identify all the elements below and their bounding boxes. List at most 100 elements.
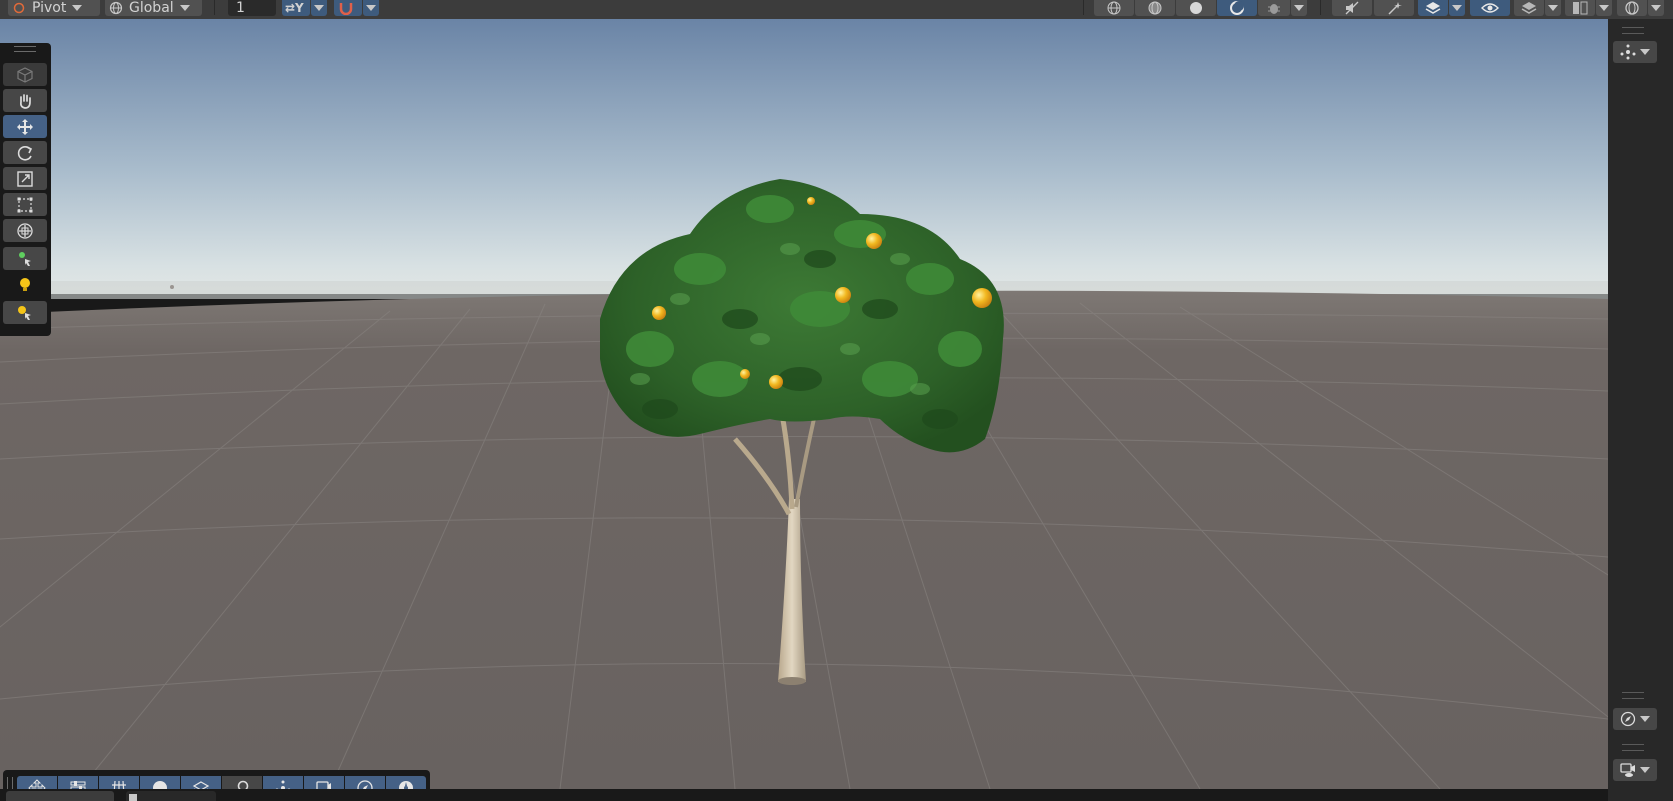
layers-icon [1425,2,1441,14]
custom-tool-button[interactable] [3,247,47,270]
scene-render [0,19,1608,789]
layers-toggle-button[interactable] [1418,0,1448,16]
scene-layers-button[interactable] [1514,0,1544,16]
layers-dropdown[interactable] [1449,0,1465,16]
lighting-toggle-button[interactable] [1217,0,1257,16]
overlay-tool-settings-button[interactable] [58,776,98,789]
overlay-move-button[interactable] [17,776,57,789]
palette-grip[interactable] [14,46,36,52]
hand-tool-button[interactable] [3,89,47,112]
shaded-button[interactable] [1176,0,1216,16]
overlay-grid-button[interactable] [99,776,139,789]
global-dropdown[interactable]: Global [105,0,202,16]
chevron-down-icon [1651,5,1661,11]
view-options-button[interactable] [1613,41,1657,63]
compass-icon [357,779,373,789]
search-icon [237,780,249,789]
audio-muted-icon [1345,1,1359,15]
chevron-down-icon [1640,767,1650,773]
audio-toggle-button[interactable] [1332,0,1372,16]
overlay-camera-button[interactable] [304,776,344,789]
snap-axis-dropdown[interactable] [311,0,327,16]
light-probe-toggle[interactable] [3,273,47,296]
snap-increment-field[interactable]: 1 [228,0,276,16]
camera-options-button[interactable] [1613,759,1657,781]
light-tool-button[interactable] [3,301,47,324]
console-icon [129,794,137,801]
pivot-dropdown[interactable]: Pivot [8,0,100,16]
debug-draw-mode-dropdown[interactable] [1291,0,1307,16]
layers-icon [192,780,210,789]
particles-icon [399,780,413,789]
snap-increment-value: 1 [236,0,245,16]
shaded-wireframe-button[interactable] [1135,0,1175,16]
toolbar-divider [1083,0,1084,15]
rotate-tool-icon [17,145,33,161]
toolbar-divider [214,0,215,15]
view-tool-header[interactable] [3,63,47,86]
overlay-grip[interactable] [7,777,13,789]
rect-tool-button[interactable] [3,193,47,216]
wireframe-shading-button[interactable] [1094,0,1134,16]
scene-viewport[interactable] [0,19,1608,789]
overlay-particles-button[interactable] [386,776,426,789]
scene-view-options-dropdown[interactable] [1596,0,1612,16]
bug-icon [1268,4,1280,14]
wireframe-sphere-icon [1107,1,1121,15]
grid-snap-dropdown[interactable] [363,0,379,16]
move-tool-icon [28,778,46,789]
overlay-layers-button[interactable] [181,776,221,789]
global-label: Global [129,0,174,16]
effects-toggle-button[interactable] [1374,0,1414,16]
grid-snap-button[interactable] [334,0,362,16]
rect-tool-icon [17,197,33,212]
bottom-tab-strip [0,789,1608,801]
overlay-orientation-button[interactable] [263,776,303,789]
snap-axis-button[interactable]: ⇄Y [282,0,310,16]
move-tool-button[interactable] [3,115,47,138]
tab-project[interactable] [6,791,114,801]
crescent-icon [1230,1,1244,15]
shaded-sphere-icon [1190,2,1202,14]
grid-icon [112,780,126,789]
rotate-tool-button[interactable] [3,141,47,164]
tab-console[interactable] [126,791,216,801]
pivot-label: Pivot [32,0,67,16]
overlay-shading-button[interactable] [140,776,180,789]
scene-layers-dropdown[interactable] [1545,0,1561,16]
debug-draw-mode-button[interactable] [1258,0,1290,16]
sidebar-grip[interactable] [1622,744,1644,751]
gizmos-dropdown[interactable] [1648,0,1664,16]
scene-toolbar: Pivot Global 1 ⇄Y [0,0,1673,20]
transform-tool-icon [17,222,33,239]
visibility-toggle-button[interactable] [1470,0,1510,16]
scale-tool-button[interactable] [3,167,47,190]
eye-icon [1481,3,1499,13]
compass-icon [1620,711,1636,727]
overlay-toolbar [3,770,430,789]
camera-icon [316,780,331,789]
sidebar-grip[interactable] [1622,27,1644,34]
sidebar-grip[interactable] [1622,692,1644,699]
cube-icon [17,66,33,83]
axis-gizmo-icon [1620,44,1636,60]
chevron-down-icon [1294,5,1304,11]
axis-gizmo-icon [275,780,291,789]
move-tool-icon [17,118,33,135]
globe-icon [109,1,123,15]
toolbar-divider [1320,0,1321,15]
navigation-options-button[interactable] [1613,708,1657,730]
chevron-down-icon [1452,5,1462,11]
gizmo-globe-icon [1625,1,1639,15]
chevron-down-icon [179,5,190,11]
chevron-down-icon [1599,5,1609,11]
sphere-icon [153,780,167,789]
gizmos-button[interactable] [1617,0,1647,16]
chevron-down-icon [72,5,83,11]
overlay-search-button[interactable] [222,776,262,789]
overlay-navigation-button[interactable] [345,776,385,789]
hand-tool-icon [19,93,31,109]
transform-tool-button[interactable] [3,219,47,242]
scene-view-options-button[interactable] [1565,0,1595,16]
stack-icon [1521,2,1537,14]
